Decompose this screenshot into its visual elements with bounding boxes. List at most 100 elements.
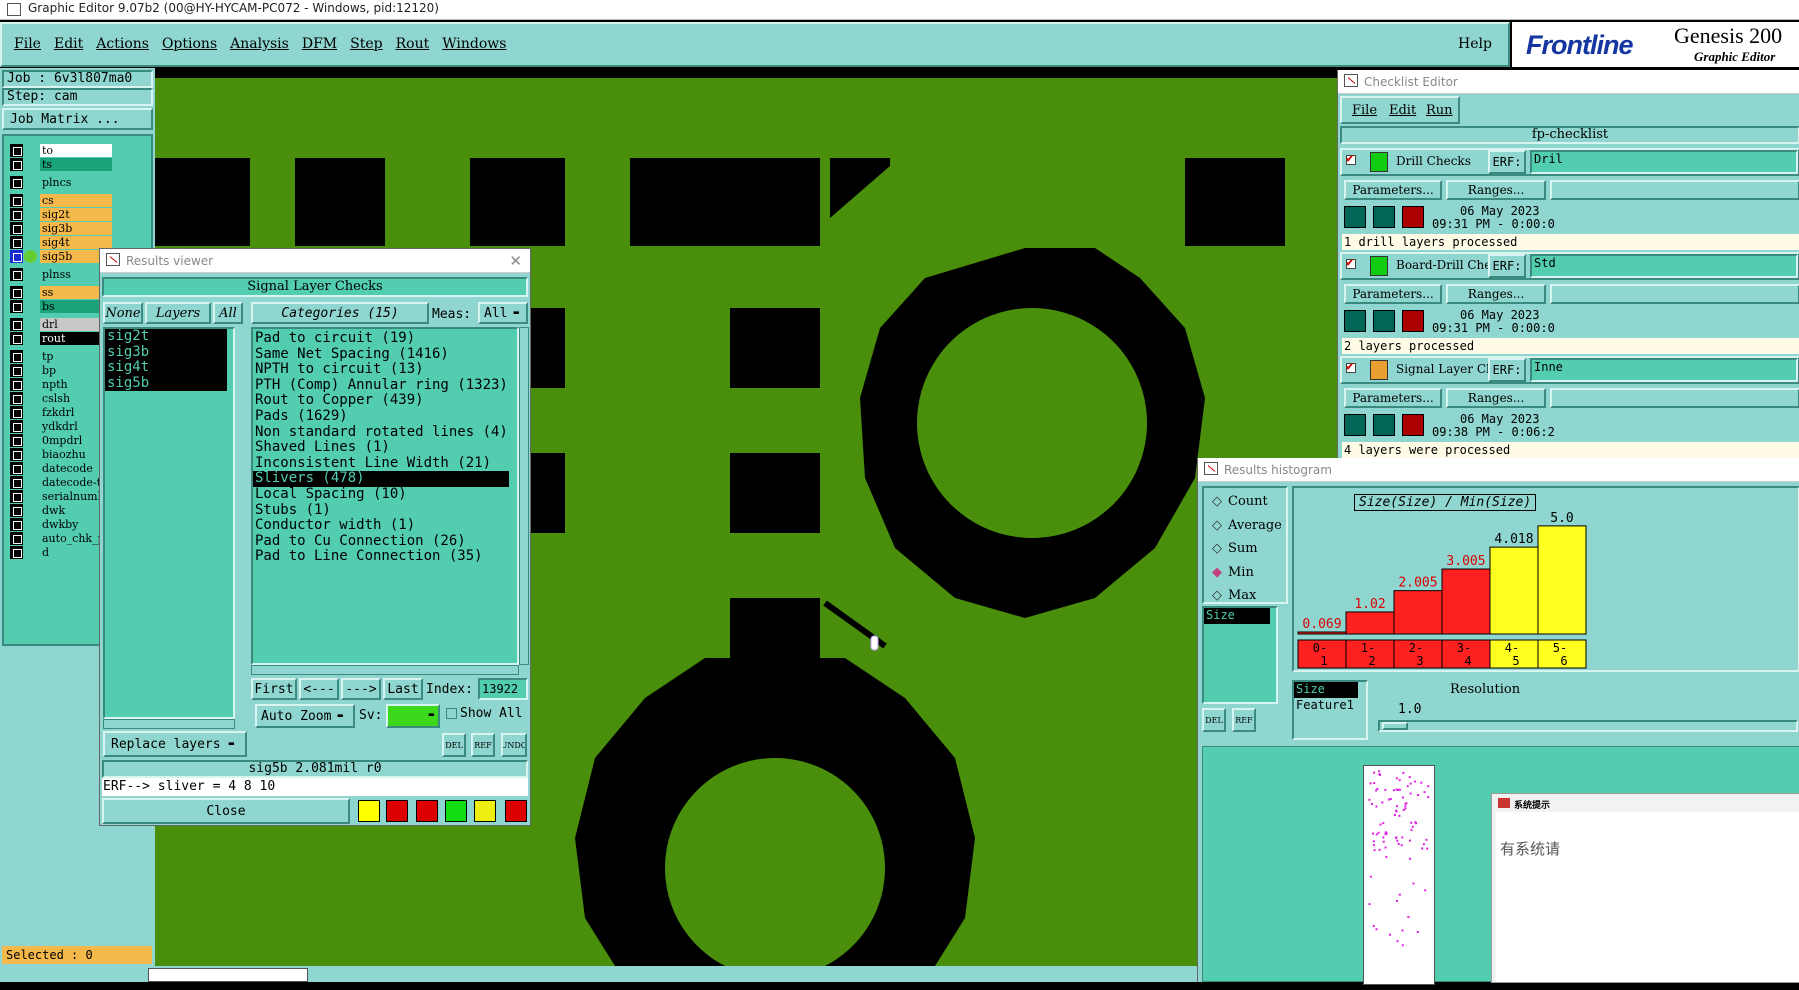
parameters-button[interactable]: Parameters...	[1344, 180, 1442, 200]
categories-vscroll[interactable]	[519, 327, 529, 665]
first-button[interactable]: First	[251, 678, 297, 700]
categories-hscroll[interactable]	[251, 665, 519, 675]
mode-radio-average[interactable]: Average	[1212, 518, 1282, 533]
category-item[interactable]: Pads (1629)	[253, 408, 517, 425]
category-item[interactable]: Same Net Spacing (1416)	[253, 346, 517, 363]
layer-checkbox[interactable]	[10, 378, 23, 391]
job-matrix-button[interactable]: Job Matrix ...	[2, 108, 153, 130]
layer-row-plncs[interactable]: plncs	[10, 176, 112, 189]
layer-row-biaozhu[interactable]: biaozhu	[10, 448, 112, 461]
layer-checkbox[interactable]	[10, 462, 23, 475]
ranges-button[interactable]: Ranges...	[1446, 388, 1546, 408]
field-list-2[interactable]: Size Feature1	[1292, 680, 1368, 740]
checklist-menu-file[interactable]: File	[1352, 103, 1377, 118]
layer-row-datecode[interactable]: datecode	[10, 462, 112, 475]
layer-row-ydkdrl[interactable]: ydkdrl	[10, 420, 112, 433]
layer-checkbox[interactable]	[10, 434, 23, 447]
mode-radio-sum[interactable]: Sum	[1212, 541, 1258, 556]
cross-tool-icon[interactable]	[416, 800, 438, 822]
layer-row-to[interactable]: to	[10, 144, 112, 157]
info-tool-icon[interactable]	[358, 800, 380, 822]
layer-checkbox[interactable]	[10, 332, 23, 345]
hist-del-button[interactable]: DEL	[1202, 708, 1226, 732]
check-name[interactable]: Board-Drill Che	[1396, 258, 1488, 272]
menu-options[interactable]: Options	[162, 36, 217, 52]
ranges-button[interactable]: Ranges...	[1446, 284, 1546, 304]
extra-button[interactable]	[1550, 284, 1799, 304]
layer-row-sig3b[interactable]: sig3b	[10, 222, 112, 235]
layer-row-ss[interactable]: ss	[10, 286, 112, 299]
erf-value[interactable]: Inne	[1530, 358, 1798, 382]
report-tool-icon[interactable]	[474, 800, 496, 822]
layer-checkbox[interactable]	[10, 546, 23, 559]
layer-checkbox[interactable]	[10, 318, 23, 331]
layer-checkbox[interactable]	[10, 364, 23, 377]
checklist-menu-edit[interactable]: Edit	[1389, 103, 1416, 118]
category-item[interactable]: Non standard rotated lines (4)	[253, 424, 517, 441]
menu-analysis[interactable]: Analysis	[230, 36, 289, 52]
run-check-icon[interactable]	[1344, 310, 1366, 332]
categories-button[interactable]: Categories (15)	[251, 302, 429, 324]
category-item[interactable]: Stubs (1)	[253, 502, 517, 519]
run-area-icon[interactable]	[1373, 414, 1395, 436]
histogram-bar[interactable]	[1441, 568, 1491, 635]
menu-actions[interactable]: Actions	[96, 36, 149, 52]
layer-checkbox[interactable]	[10, 476, 23, 489]
layer-row-fzkdrl[interactable]: fzkdrl	[10, 406, 112, 419]
layer-checkbox[interactable]	[10, 420, 23, 433]
none-button[interactable]: None	[103, 302, 143, 324]
category-item[interactable]: Pad to Line Connection (35)	[253, 549, 517, 565]
back-tool-icon[interactable]	[386, 800, 408, 822]
checklist-menu-run[interactable]: Run	[1426, 103, 1453, 118]
layer-row-dwk[interactable]: dwk	[10, 504, 112, 517]
next-button[interactable]: --->	[341, 678, 381, 700]
menu-edit[interactable]: Edit	[54, 36, 83, 52]
mode-radio-max[interactable]: Max	[1212, 588, 1256, 603]
ref-button[interactable]: REF	[471, 733, 495, 757]
check-name[interactable]: Signal Layer Ch	[1396, 362, 1488, 376]
categories-list[interactable]: Pad to circuit (19) Same Net Spacing (141…	[251, 327, 519, 665]
erf-button[interactable]: ERF:	[1488, 150, 1526, 174]
layer-row-tp[interactable]: tp	[10, 350, 112, 363]
stop-check-icon[interactable]	[1402, 310, 1424, 332]
check-name[interactable]: Drill Checks	[1396, 154, 1488, 168]
layer-row-ts[interactable]: ts	[10, 158, 112, 171]
all-button[interactable]: All	[213, 302, 243, 324]
layer-row-bp[interactable]: bp	[10, 364, 112, 377]
category-item[interactable]: Shaved Lines (1)	[253, 440, 517, 456]
layer-checkbox[interactable]	[10, 194, 23, 207]
category-item[interactable]: Local Spacing (10)	[253, 486, 517, 503]
layer-row-rout[interactable]: rout	[10, 332, 112, 345]
hist-ref-button[interactable]: REF	[1232, 708, 1256, 732]
category-item[interactable]: PTH (Comp) Annular ring (1323)	[253, 377, 517, 394]
layer-row-npth[interactable]: npth	[10, 378, 112, 391]
histogram-bar[interactable]	[1345, 611, 1395, 635]
run-area-icon[interactable]	[1373, 310, 1395, 332]
layer-row-sig5b[interactable]: sig5b	[10, 250, 112, 263]
layer-row-auto-chk-p[interactable]: auto_chk_p	[10, 532, 112, 545]
field-size[interactable]: Size	[1294, 682, 1358, 698]
layers-button[interactable]: Layers	[145, 302, 211, 324]
layer-checkbox[interactable]	[10, 208, 23, 221]
layer-checkbox[interactable]	[10, 158, 23, 171]
extra-button[interactable]	[1550, 180, 1799, 200]
layer-checkbox[interactable]	[10, 144, 23, 157]
erf-value[interactable]: Dril	[1530, 150, 1798, 174]
index-field[interactable]: 13922	[478, 678, 528, 700]
layer-row-bs[interactable]: bs	[10, 300, 112, 313]
layer-row-sig4t[interactable]: sig4t	[10, 236, 112, 249]
slider-handle[interactable]	[1382, 722, 1408, 730]
layer-checkbox[interactable]	[10, 518, 23, 531]
menu-step[interactable]: Step	[350, 36, 382, 52]
erf-button[interactable]: ERF:	[1488, 358, 1526, 382]
menu-rout[interactable]: Rout	[396, 36, 430, 52]
field-item[interactable]: Size	[1204, 608, 1270, 624]
bottom-input[interactable]	[148, 968, 308, 982]
check-enabled-icon[interactable]	[1346, 151, 1356, 166]
layer-checkbox[interactable]	[10, 176, 23, 189]
layer-row-plnss[interactable]: plnss	[10, 268, 112, 281]
layer-checkbox[interactable]	[10, 350, 23, 363]
mode-radio-min[interactable]: Min	[1212, 565, 1254, 580]
category-item[interactable]: Conductor width (1)	[253, 518, 517, 534]
category-item[interactable]: Inconsistent Line Width (21)	[253, 455, 517, 472]
